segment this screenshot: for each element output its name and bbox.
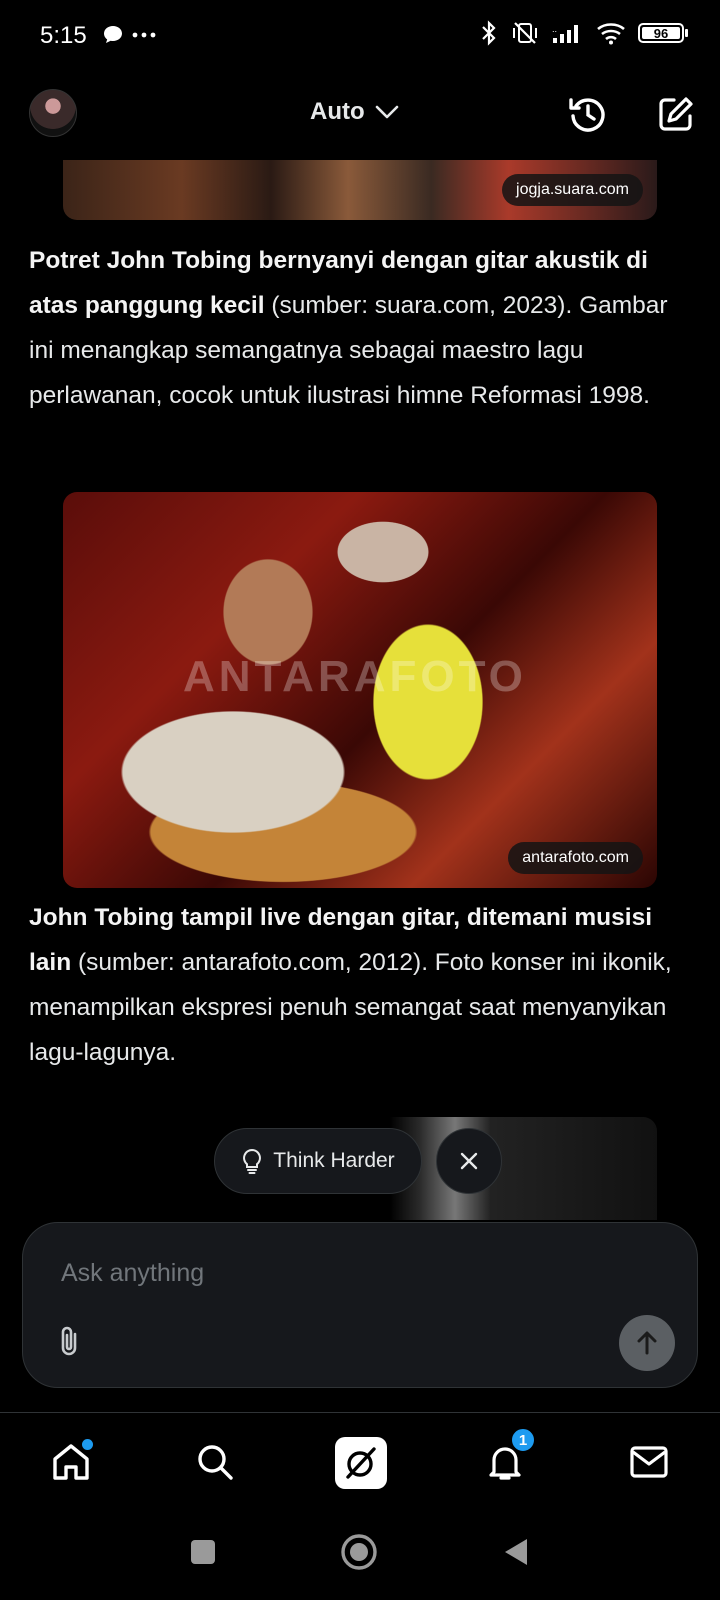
image-source-pill[interactable]: antarafoto.com [508, 842, 643, 874]
signal-icon: .. [552, 25, 578, 43]
composer[interactable]: Ask anything [22, 1222, 698, 1388]
response-content: jogja.suara.com Potret John Tobing berny… [0, 160, 720, 1220]
nav-home[interactable] [46, 1437, 96, 1487]
grok-icon [346, 1447, 376, 1479]
status-system-icons: .. 96 [480, 20, 688, 46]
status-bar: 5:15 .. 96 [0, 0, 720, 72]
lightbulb-icon [243, 1148, 262, 1174]
status-notification-icons [102, 24, 156, 46]
close-icon [460, 1152, 478, 1170]
paperclip-icon [61, 1326, 77, 1356]
circle-icon [341, 1534, 377, 1570]
compose-icon [659, 97, 693, 131]
search-icon [198, 1445, 233, 1480]
notification-badge: 1 [510, 1427, 536, 1453]
model-label: Auto [310, 98, 365, 125]
top-bar: Auto [0, 80, 720, 152]
caption-2-text: (sumber: antarafoto.com, 2012). Foto kon… [29, 949, 672, 1066]
battery-level: 96 [653, 25, 669, 41]
nav-grok[interactable] [335, 1437, 387, 1489]
svg-text:..: .. [552, 25, 557, 34]
bottom-navigation: 1 [0, 1412, 720, 1512]
recents-button[interactable] [181, 1530, 225, 1574]
image-card-suara[interactable]: jogja.suara.com [63, 160, 657, 220]
image-source-pill[interactable]: jogja.suara.com [502, 174, 643, 206]
history-button[interactable] [566, 92, 610, 136]
home-system-button[interactable] [337, 1530, 381, 1574]
nav-messages[interactable] [624, 1437, 674, 1487]
history-icon [569, 98, 605, 132]
send-button[interactable] [619, 1315, 675, 1371]
nav-search[interactable] [190, 1437, 240, 1487]
image-card-antarafoto[interactable]: ANTARAFOTO antarafoto.com [63, 492, 657, 888]
chevron-down-icon [375, 105, 398, 119]
nav-notifications[interactable]: 1 [480, 1427, 536, 1487]
wifi-icon [597, 23, 625, 45]
dismiss-suggestion-button[interactable] [436, 1128, 502, 1194]
image-watermark: ANTARAFOTO [183, 652, 527, 701]
battery-indicator: 96 [638, 23, 688, 43]
back-button[interactable] [494, 1530, 538, 1574]
square-icon [191, 1540, 215, 1564]
more-dots-icon [132, 32, 156, 38]
triangle-back-icon [505, 1539, 527, 1565]
system-navigation [0, 1512, 720, 1600]
mail-icon [630, 1446, 668, 1478]
bluetooth-icon [482, 20, 496, 46]
vibrate-off-icon [513, 22, 537, 44]
new-chat-button[interactable] [654, 92, 698, 136]
model-selector[interactable]: Auto [310, 98, 399, 126]
caption-paragraph-1: Potret John Tobing bernyanyi dengan gita… [29, 238, 691, 418]
home-unread-dot [82, 1439, 93, 1450]
status-time: 5:15 [40, 22, 87, 49]
think-harder-button[interactable]: Think Harder [214, 1128, 422, 1194]
arrow-up-icon [637, 1331, 657, 1355]
attach-button[interactable] [53, 1323, 85, 1359]
avatar[interactable] [29, 89, 77, 137]
caption-paragraph-2: John Tobing tampil live dengan gitar, di… [29, 895, 691, 1075]
think-harder-label: Think Harder [273, 1149, 395, 1172]
ask-input[interactable]: Ask anything [61, 1259, 204, 1288]
chat-notification-icon [104, 26, 122, 43]
